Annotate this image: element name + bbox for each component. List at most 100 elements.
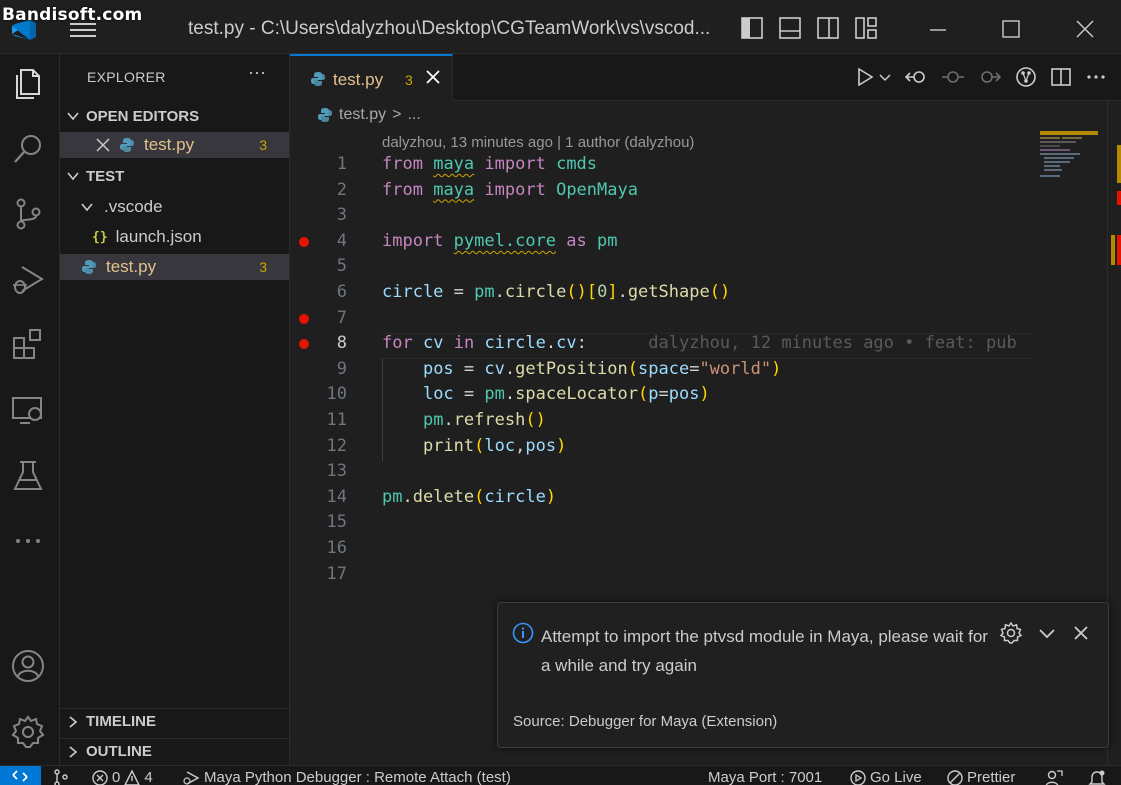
problems-indicator[interactable]: 0 4 [92,769,153,785]
warning-count: 4 [144,769,153,785]
search-icon[interactable] [10,131,46,167]
line-number: 12 [326,435,347,456]
open-editor-item-test-py[interactable]: test.py 3 [60,132,289,158]
remote-explorer-icon[interactable] [10,392,46,428]
next-change-icon[interactable] [978,66,1002,88]
line-number: 5 [336,256,347,277]
code-line[interactable]: 9 pos = cv.getPosition(space="world") [290,357,1032,383]
code-line[interactable]: 3 [290,203,1032,229]
git-graph-icon[interactable] [1015,66,1037,88]
open-editors-label: OPEN EDITORS [86,107,200,125]
settings-gear-icon[interactable] [10,714,46,750]
code-line[interactable]: 15 [290,510,1032,536]
clear-notification-close-icon[interactable] [1069,621,1093,645]
breadcrumb-symbols[interactable]: ... [407,106,420,124]
code-line[interactable]: 5 [290,254,1032,280]
maya-port[interactable]: Maya Port : 7001 [708,769,822,785]
timeline-section[interactable]: TIMELINE [60,708,289,734]
file-name: launch.json [115,227,202,246]
code-line[interactable]: 2 from maya import OpenMaya [290,178,1032,204]
explorer-icon[interactable] [10,64,46,100]
code-line[interactable]: 12 print(loc,pos) [290,434,1032,460]
status-bar: 0 4 Maya Python Debugger : Remote Attach… [0,765,1121,785]
minimize-icon[interactable] [926,16,950,42]
close-window-icon[interactable] [1073,16,1097,42]
line-number: 3 [336,205,347,226]
vertical-scrollbar[interactable] [1107,101,1121,765]
line-number: 14 [326,486,347,507]
source-control-icon[interactable] [10,196,46,232]
tab-test-py[interactable]: test.py 3 [290,54,453,101]
python-file-icon [311,72,325,86]
code-line[interactable]: 13 [290,459,1032,485]
error-icon [92,769,108,785]
tab-problem-badge: 3 [405,72,413,88]
tree-item-vscode-folder[interactable]: .vscode [60,194,289,220]
toggle-panel-icon[interactable] [778,16,802,40]
codelens-blame[interactable]: dalyzhou, 13 minutes ago | 1 author (dal… [382,134,694,151]
code-line[interactable]: 14 pm.delete(circle) [290,485,1032,511]
chevron-down-icon[interactable] [879,66,891,88]
code-line[interactable]: 6 circle = pm.circle()[0].getShape() [290,280,1032,306]
testing-icon[interactable] [10,458,46,494]
go-live-button[interactable]: Go Live [850,769,922,785]
open-editors-section[interactable]: OPEN EDITORS [60,103,289,129]
run-and-debug-icon[interactable] [10,261,46,297]
line-number: 10 [326,384,347,405]
breadcrumb-file[interactable]: test.py [339,106,386,124]
toggle-primary-sidebar-icon[interactable] [740,16,764,40]
collapse-notification-chevron-icon[interactable] [1035,621,1059,645]
go-live-label: Go Live [870,769,922,785]
code-line[interactable]: 4 import pymel.core as pm [290,229,1032,255]
git-commit-icon[interactable] [941,66,965,88]
line-number: 11 [326,410,347,430]
remote-indicator[interactable] [0,766,41,785]
split-editor-icon[interactable] [1050,66,1072,88]
folder-section-test[interactable]: TEST [60,163,289,189]
accounts-feedback-icon[interactable] [1045,769,1063,785]
close-icon[interactable] [96,138,110,152]
code-line[interactable]: 8 for cv in circle.cv: dalyzhou, 12 minut… [290,331,1032,357]
sidebar-title: EXPLORER [87,69,166,85]
open-changes-icon[interactable] [904,66,928,88]
notification-settings-gear-icon[interactable] [999,621,1023,645]
toggle-secondary-sidebar-icon[interactable] [816,16,840,40]
file-name: test.py [106,257,157,276]
more-actions-icon[interactable]: ··· [248,62,266,83]
more-views-icon[interactable] [10,523,46,559]
tree-item-test-py[interactable]: test.py 3 [60,254,289,280]
code-line[interactable]: 16 [290,536,1032,562]
info-icon [512,622,534,644]
code-line[interactable]: 1 from maya import cmds [290,152,1032,178]
accounts-icon[interactable] [10,648,46,684]
debug-configuration[interactable]: Maya Python Debugger : Remote Attach (te… [182,769,511,785]
maximize-icon[interactable] [999,16,1023,42]
extensions-icon[interactable] [10,326,46,362]
code-line[interactable]: 7 [290,306,1032,332]
chevron-down-icon [67,112,79,121]
prettier-status[interactable]: Prettier [947,769,1015,785]
maya-port-label: Maya Port : 7001 [708,769,823,785]
prettier-disabled-icon [947,769,963,785]
code-line[interactable]: 17 [290,562,1032,588]
hamburger-menu-icon[interactable] [68,18,98,42]
tree-item-launch-json[interactable]: {} launch.json [60,224,289,250]
notifications-bell-icon[interactable] [1088,769,1106,785]
timeline-label: TIMELINE [86,713,156,730]
line-number: 17 [326,563,347,584]
open-editor-filename: test.py [144,135,195,154]
line-number: 13 [326,461,347,482]
more-actions-icon[interactable] [1085,66,1107,88]
remote-icon [12,770,28,782]
customize-layout-icon[interactable] [854,16,878,40]
line-number: 8 [336,333,347,354]
code-line[interactable]: 11 pm.refresh() [290,408,1032,434]
code-line[interactable]: 10 loc = pm.spaceLocator(p=pos) [290,382,1032,408]
chevron-down-icon [67,172,79,181]
outline-section[interactable]: OUTLINE [60,738,289,764]
close-tab-icon[interactable] [425,68,441,86]
tab-label: test.py [333,70,384,89]
notification-message: Attempt to import the ptvsd module in Ma… [541,627,988,675]
run-python-file-icon[interactable] [854,66,876,88]
source-control-branch-icon[interactable] [52,769,70,785]
